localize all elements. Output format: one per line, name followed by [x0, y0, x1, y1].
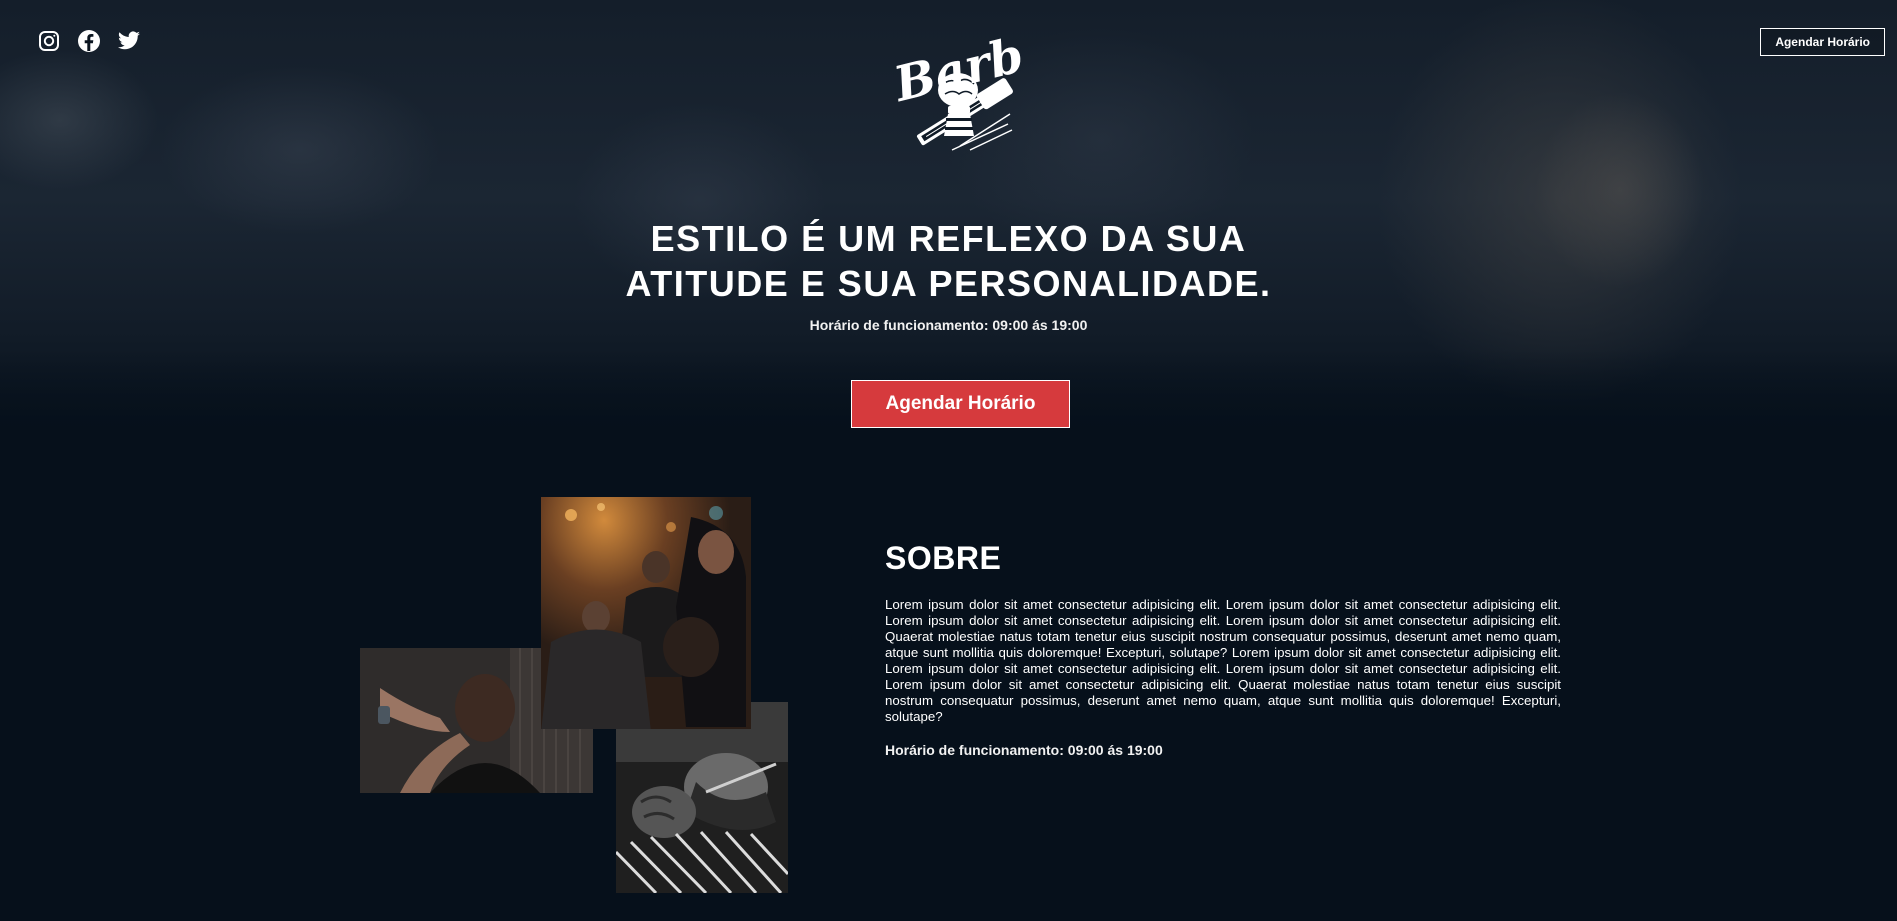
facebook-icon[interactable]	[76, 28, 102, 54]
about-opening-hours: Horário de funcionamento: 09:00 ás 19:00	[885, 742, 1163, 758]
about-title: SOBRE	[885, 540, 1002, 576]
hero-headline-line1: ESTILO É UM REFLEXO DA SUA	[650, 218, 1247, 259]
hero-headline: ESTILO É UM REFLEXO DA SUA ATITUDE E SUA…	[0, 216, 1897, 306]
instagram-icon[interactable]	[36, 28, 62, 54]
schedule-button-hero[interactable]: Agendar Horário	[851, 380, 1070, 428]
hero-headline-line2: ATITUDE E SUA PERSONALIDADE.	[625, 263, 1272, 304]
schedule-button-header[interactable]: Agendar Horário	[1760, 28, 1885, 56]
svg-text:Barber: Barber	[890, 14, 1025, 113]
hero-opening-hours: Horário de funcionamento: 09:00 ás 19:00	[809, 317, 1088, 333]
barbershop-photo	[541, 497, 751, 729]
social-links	[36, 28, 142, 54]
about-description: Lorem ipsum dolor sit amet consectetur a…	[885, 597, 1561, 724]
barber-logo: Barber	[887, 13, 1087, 166]
twitter-icon[interactable]	[116, 28, 142, 54]
beard-trim-photo	[616, 702, 788, 893]
